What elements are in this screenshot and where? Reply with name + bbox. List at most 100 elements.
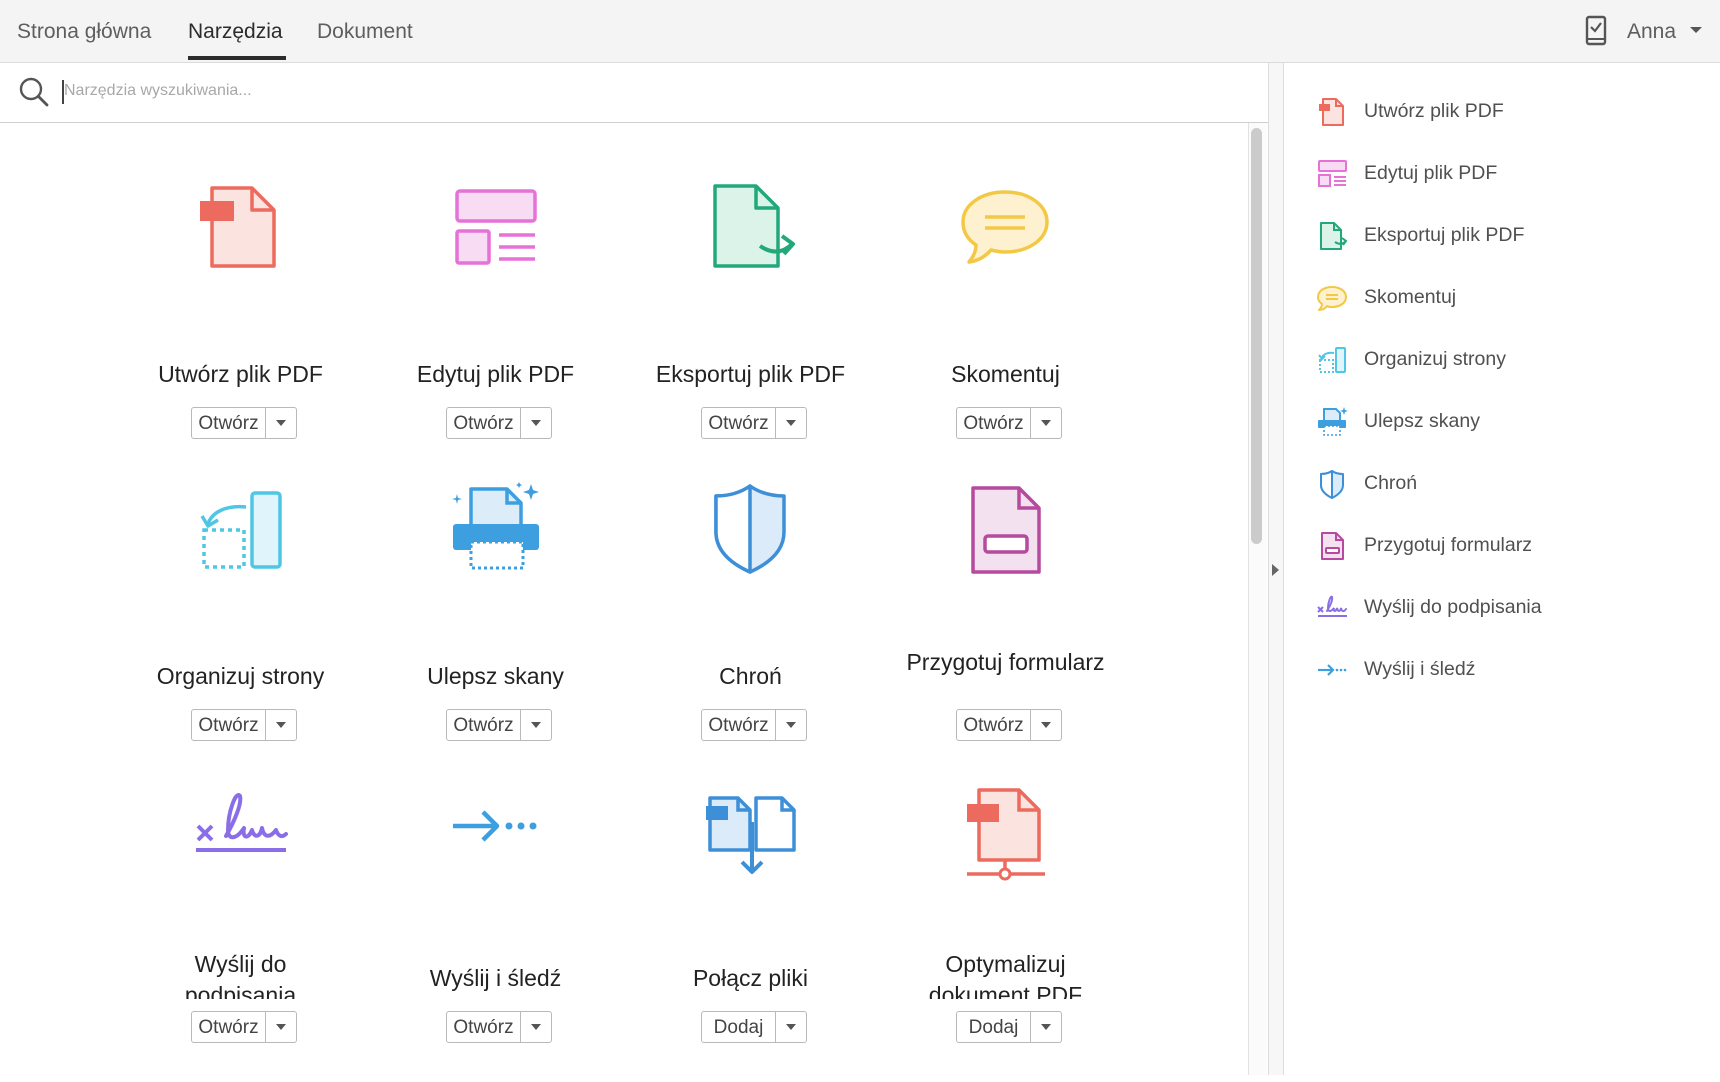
tab-home[interactable]: Strona główna xyxy=(17,20,151,44)
tool-label-line-1: Optymalizuj xyxy=(945,951,1066,977)
open-split-button[interactable]: Otwórz xyxy=(701,407,807,439)
user-menu-chevron-down-icon[interactable] xyxy=(1690,27,1702,33)
tool-card-protect: Chroń Otwórz xyxy=(623,480,878,780)
tool-label-line-2: podpisania xyxy=(184,982,297,999)
tool-card-export-pdf: Eksportuj plik PDF Otwórz xyxy=(623,178,878,478)
user-menu-name[interactable]: Anna xyxy=(1627,20,1676,44)
add-button[interactable]: Dodaj xyxy=(702,1012,775,1042)
open-split-button[interactable]: Otwórz xyxy=(956,407,1062,439)
organize-pages-icon xyxy=(1318,347,1346,373)
open-split-button[interactable]: Otwórz xyxy=(446,1011,552,1043)
dropdown-chevron-down-icon[interactable] xyxy=(266,710,296,740)
comment-icon[interactable] xyxy=(955,178,1055,278)
panel-item-enhance-scans[interactable]: Ulepsz skany xyxy=(1316,402,1706,442)
open-split-button[interactable]: Otwórz xyxy=(191,1011,297,1043)
top-navigation-bar: Strona główna Narzędzia Dokument Anna xyxy=(0,0,1720,63)
panel-item-label: Chroń xyxy=(1364,472,1418,494)
tool-label: Przygotuj formularz xyxy=(906,649,1105,675)
dropdown-chevron-down-icon[interactable] xyxy=(1031,710,1061,740)
add-split-button[interactable]: Dodaj xyxy=(701,1011,807,1043)
dropdown-chevron-down-icon[interactable] xyxy=(776,408,806,438)
dropdown-chevron-down-icon[interactable] xyxy=(776,710,806,740)
panel-item-send-for-signature[interactable]: Wyślij do podpisania xyxy=(1316,588,1706,628)
panel-item-label: Organizuj strony xyxy=(1364,348,1506,370)
panel-item-edit-pdf[interactable]: Edytuj plik PDF xyxy=(1316,154,1706,194)
dropdown-chevron-down-icon[interactable] xyxy=(521,710,551,740)
open-split-button[interactable]: Otwórz xyxy=(446,709,552,741)
protect-shield-icon xyxy=(1320,470,1344,499)
combine-files-icon[interactable] xyxy=(700,782,800,882)
protect-shield-icon[interactable] xyxy=(700,480,800,580)
add-button[interactable]: Dodaj xyxy=(957,1012,1030,1042)
panel-item-send-and-track[interactable]: Wyślij i śledź xyxy=(1316,650,1706,690)
tool-label: Eksportuj plik PDF xyxy=(655,361,846,387)
open-button[interactable]: Otwórz xyxy=(447,710,520,740)
open-split-button[interactable]: Otwórz xyxy=(701,709,807,741)
open-button[interactable]: Otwórz xyxy=(192,710,265,740)
add-split-button[interactable]: Dodaj xyxy=(956,1011,1062,1043)
open-button[interactable]: Otwórz xyxy=(192,408,265,438)
enhance-scans-icon[interactable] xyxy=(445,480,545,580)
tab-tools[interactable]: Narzędzia xyxy=(188,20,283,44)
prepare-form-icon xyxy=(1321,532,1344,560)
tool-label-line-2: dokument PDF xyxy=(928,982,1083,999)
active-tab-indicator xyxy=(188,56,286,60)
search-input[interactable] xyxy=(64,73,1214,109)
collapse-arrow-icon[interactable] xyxy=(1272,564,1279,576)
dropdown-chevron-down-icon[interactable] xyxy=(521,1012,551,1042)
create-pdf-icon[interactable] xyxy=(190,178,290,278)
tool-card-combine-files: Połącz pliki Dodaj xyxy=(623,782,878,1082)
organize-pages-icon[interactable] xyxy=(190,480,290,580)
tool-label: Utwórz plik PDF xyxy=(158,361,323,387)
dropdown-chevron-down-icon[interactable] xyxy=(1031,408,1061,438)
dropdown-chevron-down-icon[interactable] xyxy=(521,408,551,438)
panel-item-label: Wyślij i śledź xyxy=(1364,658,1476,680)
open-button[interactable]: Otwórz xyxy=(957,710,1030,740)
panel-item-label: Ulepsz skany xyxy=(1364,410,1480,432)
dropdown-chevron-down-icon[interactable] xyxy=(266,1012,296,1042)
scrollbar-thumb[interactable] xyxy=(1251,128,1262,544)
tool-label: Wyślij i śledź xyxy=(429,965,562,991)
enhance-scans-icon xyxy=(1318,407,1348,436)
export-pdf-icon[interactable] xyxy=(700,178,800,278)
search-icon xyxy=(19,77,49,107)
panel-item-create-pdf[interactable]: Utwórz plik PDF xyxy=(1316,92,1706,132)
send-for-signature-icon[interactable] xyxy=(190,782,290,882)
send-and-track-icon[interactable] xyxy=(445,782,545,882)
edit-pdf-icon[interactable] xyxy=(445,178,545,278)
tool-label-line-1: Wyślij do xyxy=(194,951,287,977)
tools-search-bar xyxy=(0,63,1268,123)
tool-card-edit-pdf: Edytuj plik PDF Otwórz xyxy=(368,178,623,478)
tool-label: Edytuj plik PDF xyxy=(416,361,575,387)
dropdown-chevron-down-icon[interactable] xyxy=(776,1012,806,1042)
open-button[interactable]: Otwórz xyxy=(702,710,775,740)
open-split-button[interactable]: Otwórz xyxy=(956,709,1062,741)
dropdown-chevron-down-icon[interactable] xyxy=(1031,1012,1061,1042)
tool-card-create-pdf: Utwórz plik PDF Otwórz xyxy=(113,178,368,478)
dropdown-chevron-down-icon[interactable] xyxy=(266,408,296,438)
prepare-form-icon[interactable] xyxy=(955,480,1055,580)
panel-item-label: Skomentuj xyxy=(1364,286,1457,308)
panel-item-export-pdf[interactable]: Eksportuj plik PDF xyxy=(1316,216,1706,256)
panel-item-protect[interactable]: Chroń xyxy=(1316,464,1706,504)
tools-shortcut-panel: Utwórz plik PDF Edytuj plik PDF Eksportu… xyxy=(1284,63,1720,1075)
open-split-button[interactable]: Otwórz xyxy=(191,709,297,741)
open-button[interactable]: Otwórz xyxy=(957,408,1030,438)
tool-card-prepare-form: Przygotuj formularz Otwórz xyxy=(878,480,1133,780)
panel-item-prepare-form[interactable]: Przygotuj formularz xyxy=(1316,526,1706,566)
panel-item-organize-pages[interactable]: Organizuj strony xyxy=(1316,340,1706,380)
mobile-link-icon[interactable] xyxy=(1585,15,1607,46)
open-button[interactable]: Otwórz xyxy=(192,1012,265,1042)
tool-card-organize-pages: Organizuj strony Otwórz xyxy=(113,480,368,780)
tool-label: Skomentuj xyxy=(951,361,1060,387)
panel-item-label: Przygotuj formularz xyxy=(1364,534,1532,556)
open-split-button[interactable]: Otwórz xyxy=(446,407,552,439)
open-split-button[interactable]: Otwórz xyxy=(191,407,297,439)
open-button[interactable]: Otwórz xyxy=(702,408,775,438)
optimize-pdf-icon[interactable] xyxy=(955,782,1055,882)
tab-document[interactable]: Dokument xyxy=(317,20,413,44)
panel-item-comment[interactable]: Skomentuj xyxy=(1316,278,1706,318)
open-button[interactable]: Otwórz xyxy=(447,408,520,438)
export-pdf-icon xyxy=(1320,222,1348,250)
open-button[interactable]: Otwórz xyxy=(447,1012,520,1042)
